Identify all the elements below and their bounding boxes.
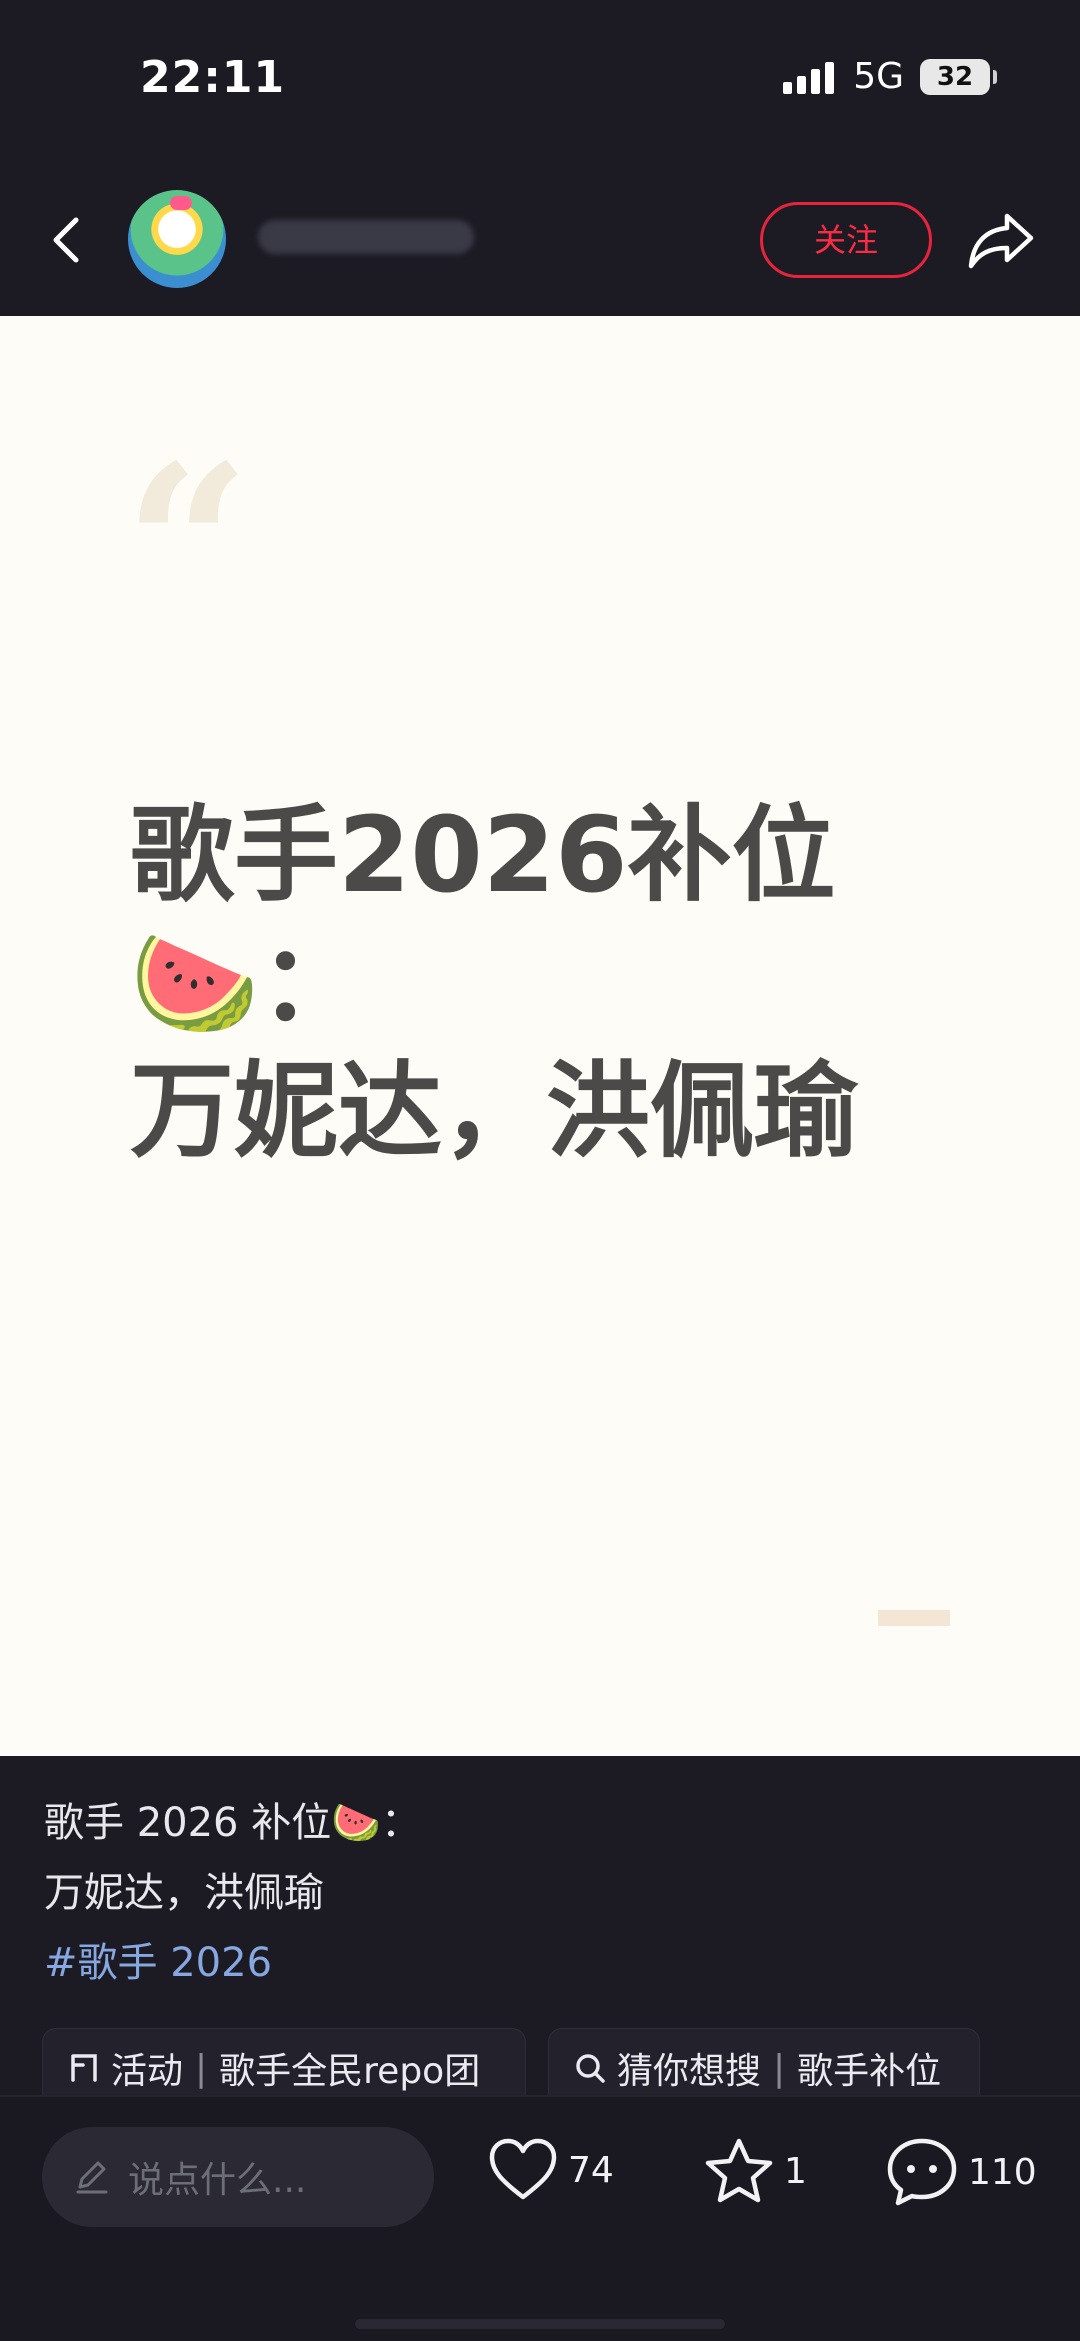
pencil-icon: [76, 2161, 108, 2194]
home-indicator[interactable]: [355, 2319, 725, 2329]
search-chip-label: 猜你想搜: [617, 2051, 762, 2092]
battery-icon: 32: [920, 58, 997, 95]
caption-line1: 歌手 2026 补位🍉：: [44, 1800, 422, 1846]
search-chip-value: 歌手补位: [797, 2051, 942, 2092]
avatar-bow-decoration: [170, 196, 192, 210]
comment-icon: [887, 2138, 957, 2206]
comment-count: 110: [968, 2151, 1037, 2193]
favorite-button[interactable]: 1: [702, 2135, 807, 2207]
status-bar: 22:11 5G 32: [0, 0, 1080, 160]
comment-button[interactable]: 110: [884, 2135, 1037, 2209]
network-type: 5G: [853, 56, 904, 97]
signal-icon: [783, 60, 839, 94]
heart-icon: [489, 2138, 557, 2200]
image-text: 歌手2026补位 🍉： 万妮达，洪佩瑜: [130, 791, 858, 1175]
follow-button[interactable]: 关注: [760, 202, 932, 278]
image-text-line2: 🍉：: [130, 922, 364, 1044]
favorite-count: 1: [784, 2150, 807, 2192]
share-icon[interactable]: [965, 208, 1037, 272]
quote-mark-icon: “: [124, 416, 251, 675]
star-icon: [705, 2138, 773, 2203]
status-indicators: 5G 32: [783, 56, 997, 97]
caption-line2: 万妮达，洪佩瑜: [44, 1870, 324, 1916]
image-text-line1: 歌手2026补位: [130, 794, 836, 916]
chip-separator: |: [773, 2047, 786, 2089]
back-icon[interactable]: [40, 210, 96, 270]
post-header: 关注: [0, 160, 1080, 316]
username-blurred[interactable]: [258, 220, 474, 254]
chip-separator: |: [195, 2047, 208, 2089]
like-count: 74: [568, 2149, 614, 2191]
activity-chip-value: 歌手全民repo团: [219, 2051, 481, 2092]
decorative-dash: [878, 1610, 950, 1626]
activity-icon: [71, 2054, 97, 2082]
bottom-action-bar: 说点什么... 74 1 110: [0, 2095, 1080, 2341]
image-text-line3: 万妮达，洪佩瑜: [130, 1050, 859, 1172]
comment-input[interactable]: 说点什么...: [42, 2127, 434, 2227]
post-image[interactable]: “ 歌手2026补位 🍉： 万妮达，洪佩瑜: [0, 316, 1080, 1756]
status-time: 22:11: [140, 52, 286, 103]
hashtag-link[interactable]: #歌手 2026: [44, 1928, 421, 1998]
activity-chip-label: 活动: [111, 2051, 184, 2092]
comment-placeholder: 说点什么...: [128, 2160, 307, 2201]
search-icon: [576, 2054, 605, 2083]
post-caption: 歌手 2026 补位🍉： 万妮达，洪佩瑜 #歌手 2026: [44, 1788, 421, 1998]
like-button[interactable]: 74: [486, 2135, 614, 2205]
